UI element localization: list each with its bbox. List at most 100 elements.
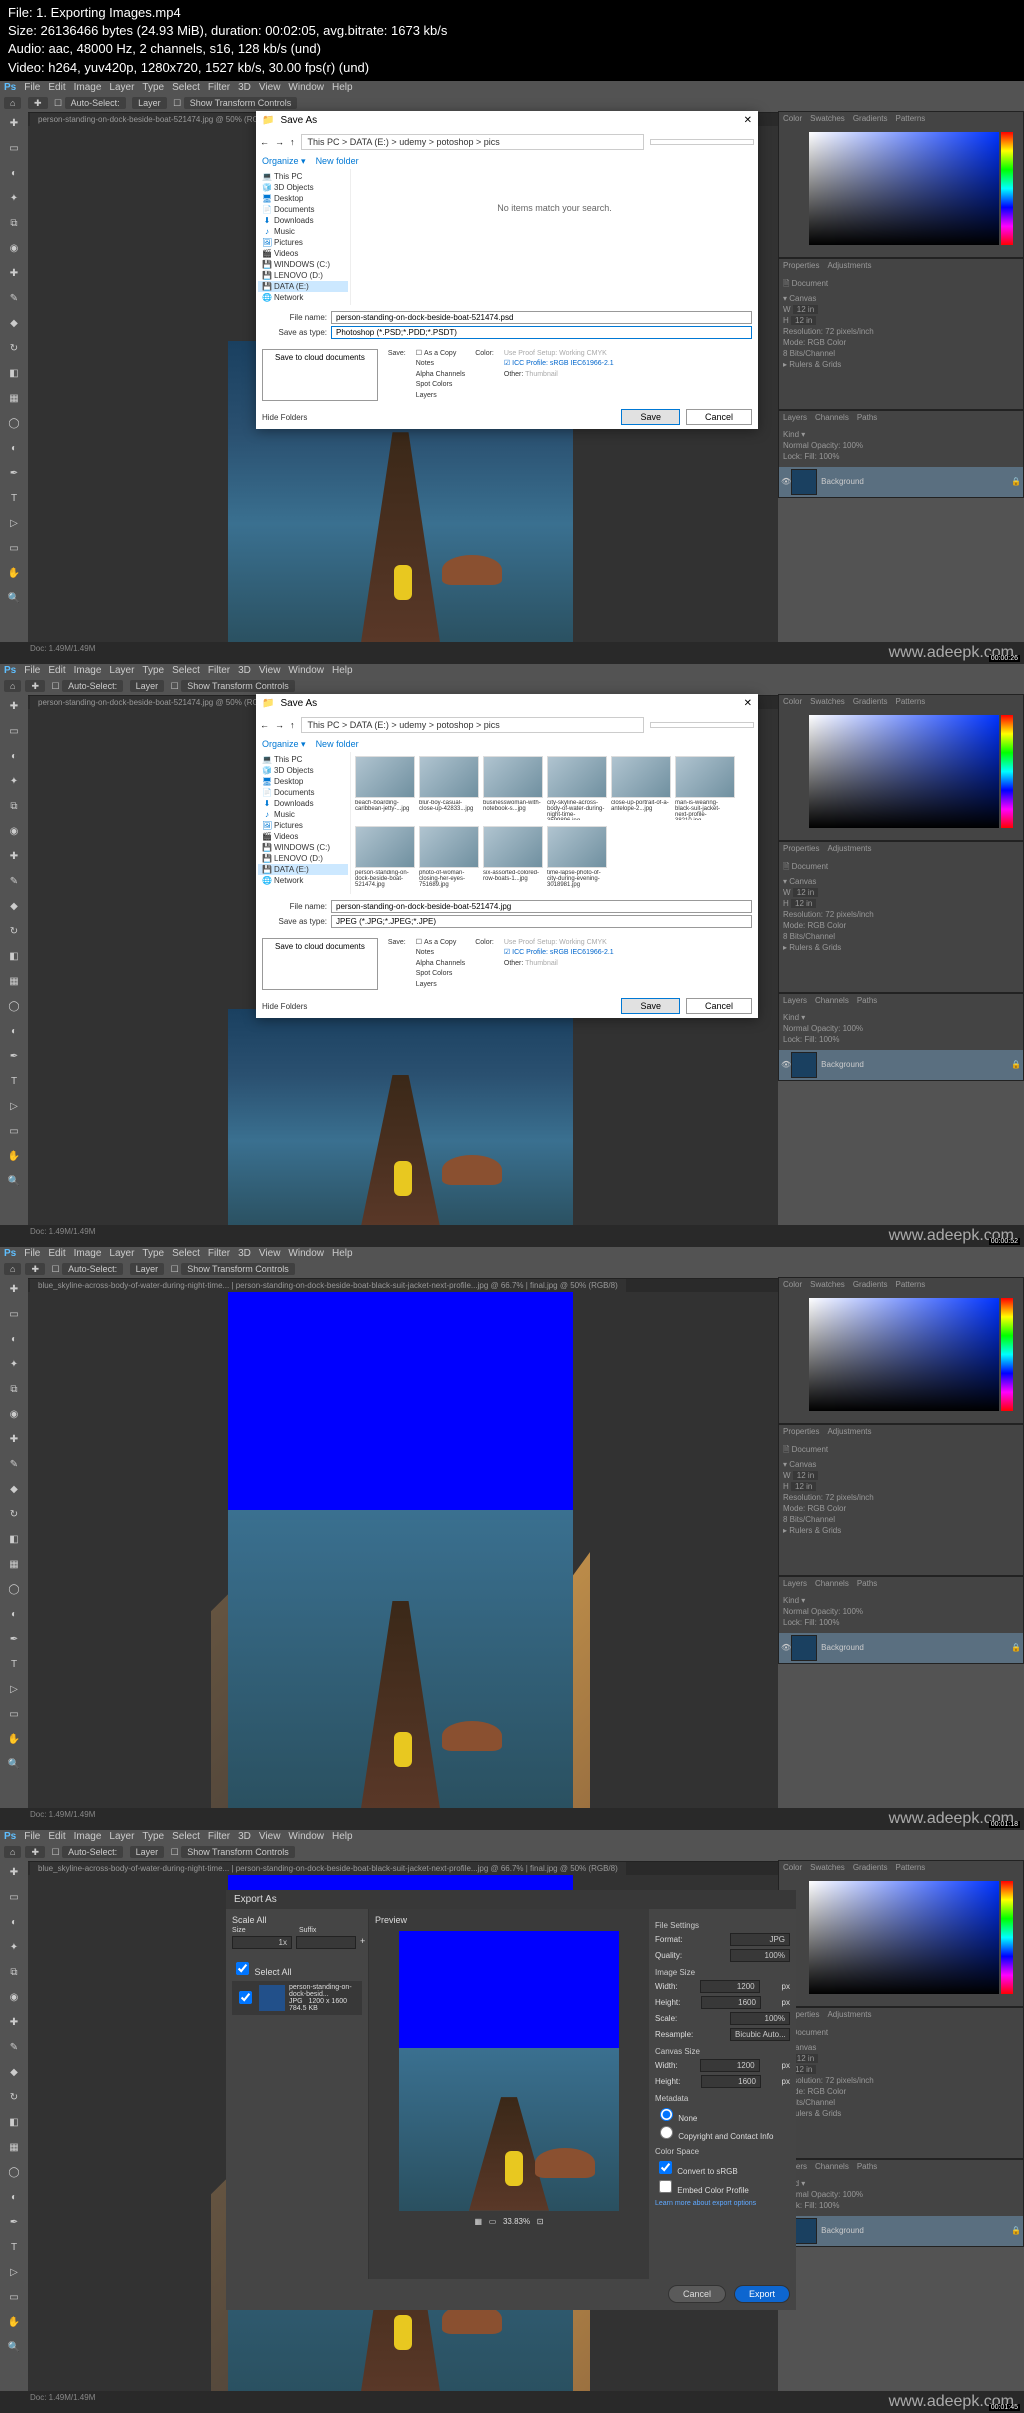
menu-select[interactable]: Select — [172, 81, 200, 95]
lasso-tool-icon[interactable]: ◐ — [2, 162, 26, 186]
grid-icon[interactable]: ▦ — [475, 2217, 483, 2226]
layer-dropdown[interactable]: Layer — [132, 97, 167, 109]
hide-folders[interactable]: Hide Folders — [262, 413, 307, 422]
dodge-tool-icon[interactable]: ◐ — [2, 437, 26, 461]
tab-channels[interactable]: Channels — [815, 413, 849, 422]
cancel-button[interactable]: Cancel — [686, 998, 752, 1014]
meta-cc-radio[interactable] — [660, 2126, 673, 2139]
pen-tool-icon[interactable]: ✒ — [2, 462, 26, 486]
file-thumbnail[interactable]: beach-boarding-caribbean-jetty-...jpg — [355, 756, 413, 820]
move-tool-icon[interactable]: ✚ — [2, 112, 26, 136]
color-picker[interactable] — [809, 132, 999, 245]
zoom-tool-icon[interactable]: 🔍 — [2, 587, 26, 611]
menu-help[interactable]: Help — [332, 81, 353, 95]
file-thumbnail[interactable]: six-assorted-colored-row-boats-1...jpg — [483, 826, 541, 890]
add-size-icon[interactable]: + — [360, 1936, 365, 1949]
res-value[interactable]: 72 pixels/inch — [825, 327, 873, 336]
cheight-input[interactable] — [701, 2075, 761, 2088]
embed-checkbox[interactable] — [659, 2180, 672, 2193]
tab-swatches[interactable]: Swatches — [810, 114, 845, 123]
filename-input[interactable] — [331, 311, 752, 324]
view-icon[interactable]: ▭ — [489, 2217, 497, 2226]
eyedropper-tool-icon[interactable]: ◉ — [2, 237, 26, 261]
height-value[interactable]: 12 in — [791, 316, 816, 325]
opt-copy[interactable]: As a Copy — [424, 350, 456, 357]
menu-layer[interactable]: Layer — [109, 81, 134, 95]
marquee-tool-icon[interactable]: ▭ — [2, 137, 26, 161]
menu-filter[interactable]: Filter — [208, 81, 230, 95]
new-folder-button[interactable]: New folder — [316, 156, 359, 166]
width-input[interactable] — [700, 1980, 760, 1993]
hand-tool-icon[interactable]: ✋ — [2, 562, 26, 586]
hue-slider[interactable] — [1001, 132, 1013, 245]
gradient-tool-icon[interactable]: ▦ — [2, 387, 26, 411]
organize-menu[interactable]: Organize ▾ — [262, 156, 306, 166]
scale-input[interactable] — [730, 2012, 790, 2025]
convert-checkbox[interactable] — [659, 2161, 672, 2174]
fwd-icon[interactable]: → — [275, 137, 284, 147]
learn-more-link[interactable]: Learn more about export options — [655, 2200, 790, 2207]
export-item[interactable]: person-standing-on-dock-besid... JPG 120… — [232, 1981, 362, 2015]
cancel-button[interactable]: Cancel — [668, 2285, 726, 2303]
tab-paths[interactable]: Paths — [857, 413, 877, 422]
zoom-value[interactable]: 33.83% — [503, 2217, 530, 2226]
quality-input[interactable] — [730, 1949, 790, 1962]
file-thumbnail[interactable]: blur-boy-casual-close-up-42833...jpg — [419, 756, 477, 820]
wand-tool-icon[interactable]: ✦ — [2, 187, 26, 211]
menu-image[interactable]: Image — [74, 81, 102, 95]
tab-patterns[interactable]: Patterns — [896, 114, 926, 123]
menu-file[interactable]: File — [24, 81, 40, 95]
file-thumbnail[interactable]: person-standing-on-dock-beside-boat-5214… — [355, 826, 413, 890]
close-icon[interactable]: ✕ — [744, 698, 752, 709]
export-button[interactable]: Export — [734, 2285, 790, 2303]
cancel-button[interactable]: Cancel — [686, 409, 752, 425]
cloud-button[interactable]: Save to cloud documents — [262, 938, 378, 991]
type-tool-icon[interactable]: T — [2, 487, 26, 511]
file-thumbnail[interactable]: man-is-wearing-black-suit-jacket-next-pr… — [675, 756, 733, 820]
shape-tool-icon[interactable]: ▭ — [2, 537, 26, 561]
tab-color[interactable]: Color — [783, 114, 802, 123]
height-input[interactable] — [701, 1996, 761, 2009]
file-thumbnail[interactable]: photo-of-woman-closing-her-eyes-751689.j… — [419, 826, 477, 890]
heal-tool-icon[interactable]: ✚ — [2, 262, 26, 286]
suffix-input[interactable] — [296, 1936, 356, 1949]
menu-window[interactable]: Window — [288, 81, 324, 95]
eye-icon[interactable]: 👁 — [781, 477, 791, 486]
size-input[interactable] — [232, 1936, 292, 1949]
search-input[interactable] — [650, 139, 754, 145]
up-icon[interactable]: ↑ — [290, 137, 295, 147]
canvas-section[interactable]: ▾ Canvas — [783, 294, 1019, 303]
history-tool-icon[interactable]: ↻ — [2, 337, 26, 361]
close-icon[interactable]: ✕ — [744, 115, 752, 126]
savetype-input[interactable] — [331, 915, 752, 928]
cwidth-input[interactable] — [700, 2059, 760, 2072]
tab-layers[interactable]: Layers — [783, 413, 807, 422]
opt-icc[interactable]: ICC Profile: sRGB IEC61966-2.1 — [512, 360, 614, 367]
bit-depth[interactable]: 8 Bits/Channel — [783, 349, 1019, 358]
meta-none-radio[interactable] — [660, 2108, 673, 2121]
cloud-button[interactable]: Save to cloud documents — [262, 349, 378, 402]
width-value[interactable]: 12 in — [793, 305, 818, 314]
save-button[interactable]: Save — [621, 409, 680, 425]
home-icon[interactable]: ⌂ — [4, 97, 21, 109]
eraser-tool-icon[interactable]: ◧ — [2, 362, 26, 386]
file-thumbnail[interactable]: time-lapse-photo-of-city-during-evening-… — [547, 826, 605, 890]
format-input[interactable] — [730, 1933, 790, 1946]
savetype-input[interactable] — [331, 326, 752, 339]
menu-type[interactable]: Type — [142, 81, 164, 95]
save-button[interactable]: Save — [621, 998, 680, 1014]
tab-adjustments[interactable]: Adjustments — [827, 261, 871, 270]
select-all-checkbox[interactable] — [236, 1962, 249, 1975]
file-thumbnail[interactable]: close-up-portrait-of-a-antelope-2...jpg — [611, 756, 669, 820]
fit-icon[interactable]: ⊡ — [537, 2217, 544, 2226]
menu-3d[interactable]: 3D — [238, 81, 251, 95]
file-thumbnail[interactable]: businesswoman-with-notebook-s...jpg — [483, 756, 541, 820]
blur-tool-icon[interactable]: ◯ — [2, 412, 26, 436]
menu-view[interactable]: View — [259, 81, 281, 95]
document-tab[interactable]: person-standing-on-dock-beside-boat-5214… — [30, 113, 281, 127]
filename-input[interactable] — [331, 900, 752, 913]
transform-label[interactable]: Show Transform Controls — [184, 97, 298, 109]
home-icon[interactable]: ⌂ — [4, 680, 21, 692]
mode-value[interactable]: RGB Color — [807, 338, 846, 347]
rulers-section[interactable]: ▸ Rulers & Grids — [783, 360, 1019, 369]
